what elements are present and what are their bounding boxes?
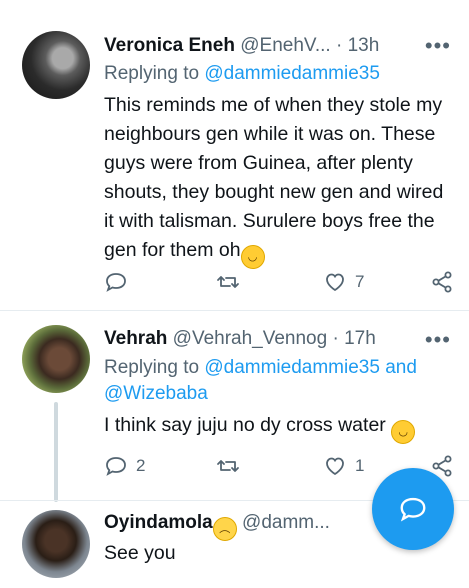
replying-to: Replying to @dammiedammie35 <box>104 61 380 87</box>
tweet-text-content: See you <box>104 542 176 564</box>
replying-to: Replying to @dammiedammie35 and @Wizebab… <box>104 355 454 407</box>
more-options-icon[interactable]: ••• <box>425 329 451 351</box>
frowning-emoji-icon: ︵ <box>212 517 237 541</box>
tweet-text: I think say juju no dy cross water ◡ <box>104 411 454 444</box>
compose-reply-button[interactable] <box>372 468 454 550</box>
display-name[interactable]: Vehrah <box>104 328 167 349</box>
avatar[interactable] <box>22 31 90 99</box>
tweet-header: Vehrah @Vehrah_Vennog · 17h <box>104 327 376 351</box>
avatar[interactable] <box>22 325 90 393</box>
like-count: 7 <box>355 272 365 291</box>
tweet-actions: 7 <box>104 270 454 298</box>
reply-button[interactable] <box>104 270 136 294</box>
retweet-button[interactable] <box>216 270 248 294</box>
tweet-header: Oyindamola ︵ @damm... <box>104 511 374 541</box>
reply-count: 2 <box>136 456 146 475</box>
laughing-emoji-icon: ◡ <box>391 420 416 444</box>
mention-link[interactable]: @Wizebaba <box>104 383 208 404</box>
share-icon <box>432 271 452 293</box>
like-icon <box>326 457 344 476</box>
separator: · <box>335 35 343 56</box>
retweet-button[interactable] <box>216 454 248 478</box>
compose-reply-icon <box>400 497 426 522</box>
mention-link[interactable]: @dammiedammie35 <box>204 63 380 84</box>
reply-icon <box>106 457 126 476</box>
display-name[interactable]: Oyindamola <box>104 512 213 533</box>
timestamp[interactable]: 17h <box>344 328 376 349</box>
user-handle[interactable]: @Vehrah_Vennog <box>173 328 328 349</box>
separator: · <box>332 328 339 349</box>
more-options-icon[interactable]: ••• <box>425 35 451 57</box>
tweet-text: This reminds me of when they stole my ne… <box>104 91 454 269</box>
user-handle[interactable]: @damm... <box>242 512 330 533</box>
divider <box>0 310 469 311</box>
thread-line <box>54 402 58 502</box>
user-handle[interactable]: @EnehV... <box>240 35 330 56</box>
like-button[interactable]: 1 <box>323 454 364 478</box>
replying-to-label: Replying to <box>104 357 200 378</box>
tweet-text-content: This reminds me of when they stole my ne… <box>104 94 444 261</box>
replying-to-label: Replying to <box>104 63 200 84</box>
avatar[interactable] <box>22 510 90 578</box>
like-icon <box>326 273 344 292</box>
share-button[interactable] <box>430 270 454 294</box>
reply-button[interactable]: 2 <box>104 454 145 478</box>
like-count: 1 <box>355 456 365 475</box>
mention-link[interactable]: @dammiedammie35 and <box>204 357 417 378</box>
retweet-icon <box>217 460 239 472</box>
reply-icon <box>106 273 126 292</box>
like-button[interactable]: 7 <box>323 270 364 294</box>
laughing-emoji-icon: ◡ <box>240 245 265 269</box>
tweet-text-content: I think say juju no dy cross water <box>104 414 386 436</box>
tweet-header: Veronica Eneh @EnehV... · 13h <box>104 34 379 58</box>
retweet-icon <box>217 276 239 288</box>
timestamp[interactable]: 13h <box>348 35 380 56</box>
display-name[interactable]: Veronica Eneh <box>104 35 235 56</box>
